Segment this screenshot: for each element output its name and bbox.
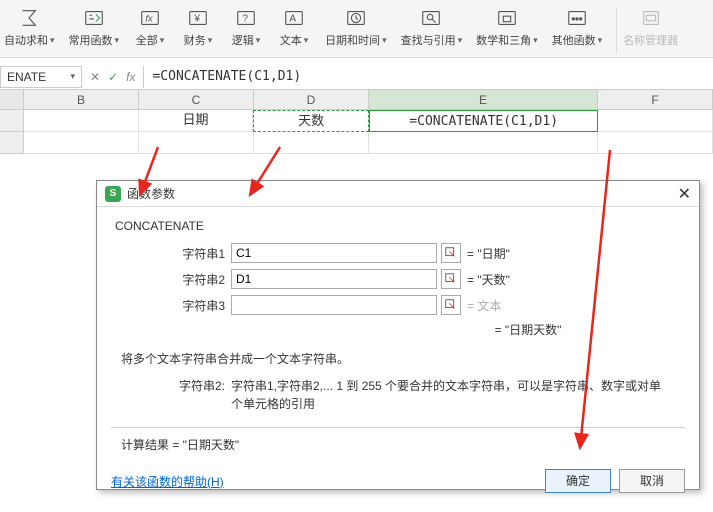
param-result: = "天数" [467,271,510,288]
calculation-result: 计算结果 = "日期天数" [121,436,685,453]
param-label: 字符串1 [111,245,231,262]
ribbon-name-manager: 名称管理器 [623,4,678,48]
param3-input[interactable] [231,295,437,315]
function-arguments-dialog: S 函数参数 ✕ CONCATENATE 字符串1 = "日期" 字符串2 = … [96,180,700,490]
cell-d1[interactable]: 天数 [253,110,369,132]
col-header[interactable]: D [254,90,369,110]
ribbon-text[interactable]: A 文本▾ [277,4,311,48]
ribbon-autosum[interactable]: 自动求和▾ [4,4,55,48]
ribbon-datetime[interactable]: 日期和时间▾ [325,4,387,48]
range-select-icon[interactable] [441,295,461,315]
intermediate-result: = "日期天数" [111,321,685,338]
param-desc-label: 字符串2: [131,377,231,413]
param-desc-text: 字符串1,字符串2,... 1 到 255 个要合并的文本字符串，可以是字符串、… [231,377,685,413]
ribbon-lookup[interactable]: 查找与引用▾ [401,4,463,48]
function-description: 将多个文本字符串合并成一个文本字符串。 [121,350,685,367]
ok-button[interactable]: 确定 [545,469,611,493]
cancel-button[interactable]: 取消 [619,469,685,493]
accept-formula-icon[interactable]: ✓ [108,70,118,84]
col-header[interactable]: F [598,90,713,110]
fx-icon[interactable]: fx [126,70,135,84]
ribbon-toolbar: 自动求和▾ 常用函数▾ fx 全部▾ ¥ 财务▾ ? 逻辑▾ A 文本▾ 日期和… [0,0,713,58]
ribbon-math[interactable]: 数学和三角▾ [476,4,538,48]
ribbon-financial[interactable]: ¥ 财务▾ [181,4,215,48]
param-result: = "日期" [467,245,510,262]
param2-input[interactable] [231,269,437,289]
cell-e1-active[interactable]: =CONCATENATE(C1,D1) [369,110,598,132]
formula-bar: ENATE▾ ✕ ✓ fx =CONCATENATE(C1,D1) [0,64,713,90]
spreadsheet-grid: B C D E F 日期 天数 =CONCATENATE(C1,D1) [0,90,713,154]
ribbon-common-fn[interactable]: 常用函数▾ [69,4,120,48]
param-label: 字符串2 [111,271,231,288]
svg-text:A: A [289,14,296,25]
dialog-title: 函数参数 [127,185,175,202]
cancel-formula-icon[interactable]: ✕ [90,70,100,84]
col-header[interactable]: C [139,90,254,110]
svg-text:¥: ¥ [193,14,200,25]
help-link[interactable]: 有关该函数的帮助(H) [111,473,224,490]
function-name: CONCATENATE [115,219,685,233]
svg-text:fx: fx [145,14,153,24]
svg-text:?: ? [242,14,248,25]
col-header[interactable]: E [369,90,598,110]
ribbon-all-fn[interactable]: fx 全部▾ [133,4,167,48]
range-select-icon[interactable] [441,243,461,263]
wps-icon: S [105,186,121,202]
ribbon-logical[interactable]: ? 逻辑▾ [229,4,263,48]
col-header[interactable]: B [24,90,139,110]
close-icon[interactable]: ✕ [678,184,691,204]
ribbon-other-fn[interactable]: 其他函数▾ [552,4,603,48]
cell-c1[interactable]: 日期 [139,110,254,132]
param-result: = 文本 [467,297,501,314]
cell[interactable] [24,110,139,132]
formula-input[interactable]: =CONCATENATE(C1,D1) [143,66,713,88]
param-label: 字符串3 [111,297,231,314]
name-box[interactable]: ENATE▾ [0,66,82,88]
cell[interactable] [598,110,713,132]
param1-input[interactable] [231,243,437,263]
range-select-icon[interactable] [441,269,461,289]
